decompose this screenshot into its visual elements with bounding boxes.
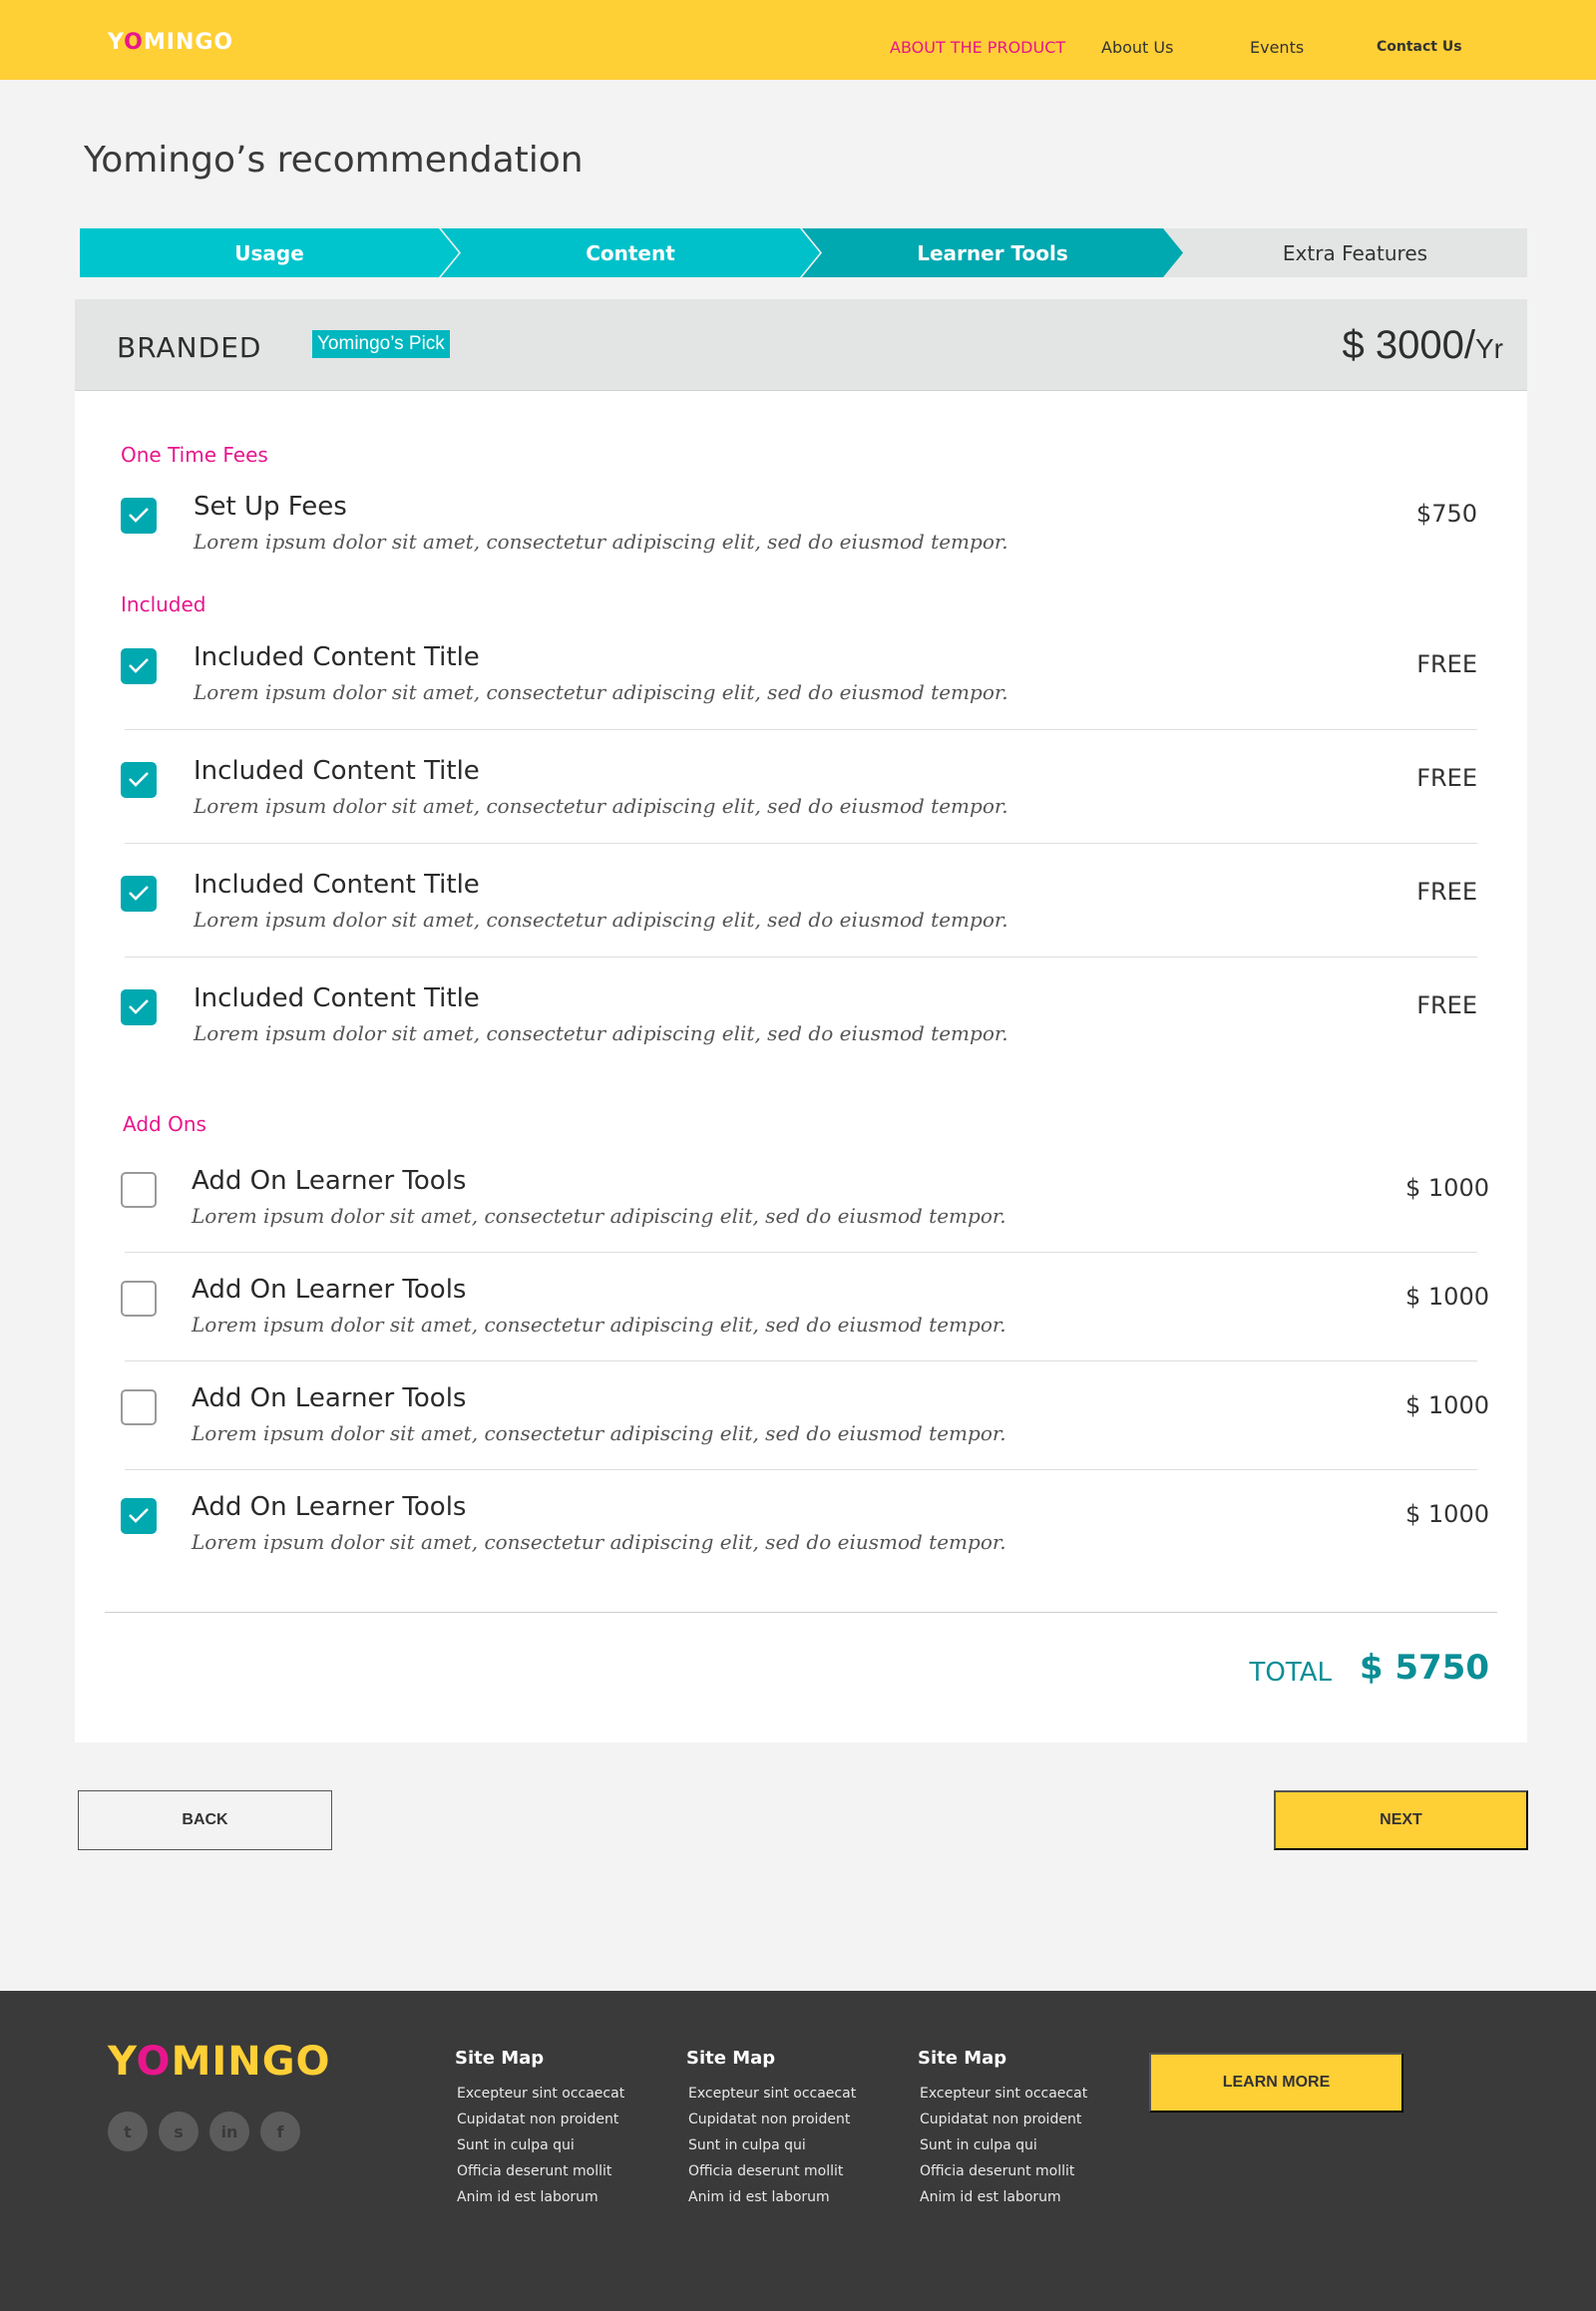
step-content[interactable]: Content	[441, 228, 820, 277]
step-usage[interactable]: Usage	[80, 228, 459, 277]
row-title: Included Content Title	[194, 870, 480, 900]
footer-link[interactable]: Excepteur sint occaecat	[686, 2086, 856, 2102]
top-navbar: YOMINGO ABOUT THE PRODUCT About Us Event…	[0, 0, 1596, 80]
footer-link[interactable]: Excepteur sint occaecat	[918, 2086, 1087, 2102]
plan-name: BRANDED	[117, 331, 262, 364]
row-title: Included Content Title	[194, 983, 480, 1013]
row-description: Lorem ipsum dolor sit amet, consectetur …	[192, 1204, 1006, 1228]
row-description: Lorem ipsum dolor sit amet, consectetur …	[194, 908, 1008, 932]
row-title: Add On Learner Tools	[192, 1166, 467, 1196]
row-price: FREE	[1416, 878, 1477, 906]
yomingo-logo[interactable]: YOMINGO	[108, 30, 233, 55]
row-price: $750	[1415, 500, 1477, 528]
row-description: Lorem ipsum dolor sit amet, consectetur …	[194, 680, 1008, 704]
row-title: Included Content Title	[194, 642, 480, 672]
plan-header: BRANDED Yomingo’s Pick $ 3000/Yr	[75, 299, 1527, 391]
row-price: $ 1000	[1405, 1174, 1489, 1202]
row-price: FREE	[1416, 650, 1477, 678]
checkbox[interactable]	[121, 1498, 157, 1534]
row-price: $ 1000	[1405, 1391, 1489, 1419]
pick-badge: Yomingo’s Pick	[312, 330, 450, 358]
row-price: FREE	[1416, 764, 1477, 792]
nav-contact-us[interactable]: Contact Us	[1377, 39, 1462, 55]
plan-card: BRANDED Yomingo’s Pick $ 3000/Yr One Tim…	[75, 299, 1527, 1742]
nav-about-the-product[interactable]: ABOUT THE PRODUCT	[890, 38, 1065, 57]
divider	[125, 729, 1477, 730]
footer-column-title: Site Map	[918, 2048, 1007, 2069]
row-title: Set Up Fees	[194, 492, 347, 522]
checkbox[interactable]	[121, 876, 157, 912]
footer-link[interactable]: Anim id est laborum	[686, 2189, 856, 2205]
footer-column-title: Site Map	[455, 2048, 545, 2069]
section-label-included: Included	[121, 592, 206, 616]
learn-more-button[interactable]: LEARN MORE	[1149, 2053, 1403, 2113]
checkbox[interactable]	[121, 1172, 157, 1208]
row-title: Add On Learner Tools	[192, 1492, 467, 1522]
total-label: TOTAL	[1249, 1658, 1332, 1688]
checkbox[interactable]	[121, 498, 157, 534]
checkbox[interactable]	[121, 762, 157, 798]
row-price: $ 1000	[1405, 1283, 1489, 1311]
linkedin-icon[interactable]: in	[209, 2112, 249, 2151]
footer-column-title: Site Map	[686, 2048, 776, 2069]
footer-link[interactable]: Sunt in culpa qui	[455, 2137, 624, 2153]
footer-link[interactable]: Anim id est laborum	[455, 2189, 624, 2205]
row-description: Lorem ipsum dolor sit amet, consectetur …	[192, 1530, 1006, 1554]
footer-logo[interactable]: YOMINGO	[108, 2039, 331, 2085]
footer-column: Site Map Excepteur sint occaecat Cupidat…	[686, 2048, 856, 2215]
divider	[125, 957, 1477, 958]
footer-link[interactable]: Officia deserunt mollit	[686, 2163, 856, 2179]
total-divider	[105, 1612, 1497, 1613]
back-button[interactable]: BACK	[78, 1790, 332, 1850]
row-title: Add On Learner Tools	[192, 1275, 467, 1305]
row-description: Lorem ipsum dolor sit amet, consectetur …	[194, 794, 1008, 818]
row-title: Included Content Title	[194, 756, 480, 786]
divider	[125, 1360, 1477, 1361]
footer-link[interactable]: Sunt in culpa qui	[918, 2137, 1087, 2153]
footer-link[interactable]: Officia deserunt mollit	[455, 2163, 624, 2179]
footer: YOMINGO t s in f Site Map Excepteur sint…	[0, 1991, 1596, 2311]
checkbox[interactable]	[121, 1389, 157, 1425]
total-value: $ 5750	[1359, 1648, 1489, 1688]
nav-events[interactable]: Events	[1250, 38, 1304, 57]
progress-stepper: Usage Content Learner Tools Extra Featur…	[80, 228, 1527, 277]
checkbox[interactable]	[121, 648, 157, 684]
page-title: Yomingo’s recommendation	[84, 140, 584, 181]
checkbox[interactable]	[121, 1281, 157, 1317]
footer-link[interactable]: Excepteur sint occaecat	[455, 2086, 624, 2102]
footer-link[interactable]: Cupidatat non proident	[455, 2112, 624, 2127]
section-label-add-ons: Add Ons	[123, 1112, 206, 1136]
footer-link[interactable]: Sunt in culpa qui	[686, 2137, 856, 2153]
footer-link[interactable]: Anim id est laborum	[918, 2189, 1087, 2205]
row-price: FREE	[1416, 991, 1477, 1019]
row-price: $ 1000	[1405, 1500, 1489, 1528]
checkbox[interactable]	[121, 989, 157, 1025]
facebook-icon[interactable]: f	[260, 2112, 300, 2151]
plan-price: $ 3000/Yr	[1342, 323, 1503, 367]
footer-link[interactable]: Cupidatat non proident	[686, 2112, 856, 2127]
twitter-icon[interactable]: t	[108, 2112, 148, 2151]
nav-about-us[interactable]: About Us	[1101, 38, 1173, 57]
divider	[125, 1252, 1477, 1253]
footer-column: Site Map Excepteur sint occaecat Cupidat…	[455, 2048, 624, 2215]
social-links: t s in f	[108, 2112, 300, 2151]
footer-link[interactable]: Officia deserunt mollit	[918, 2163, 1087, 2179]
row-description: Lorem ipsum dolor sit amet, consectetur …	[192, 1421, 1006, 1445]
section-label-one-time-fees: One Time Fees	[121, 443, 268, 467]
snapchat-icon[interactable]: s	[159, 2112, 199, 2151]
divider	[125, 1469, 1477, 1470]
row-description: Lorem ipsum dolor sit amet, consectetur …	[194, 1021, 1008, 1045]
row-description: Lorem ipsum dolor sit amet, consectetur …	[192, 1313, 1006, 1337]
footer-link[interactable]: Cupidatat non proident	[918, 2112, 1087, 2127]
step-extra-features[interactable]: Extra Features	[1163, 228, 1527, 277]
divider	[125, 843, 1477, 844]
next-button[interactable]: NEXT	[1274, 1790, 1528, 1850]
row-description: Lorem ipsum dolor sit amet, consectetur …	[194, 530, 1008, 554]
step-learner-tools[interactable]: Learner Tools	[802, 228, 1183, 277]
row-title: Add On Learner Tools	[192, 1383, 467, 1413]
footer-column: Site Map Excepteur sint occaecat Cupidat…	[918, 2048, 1087, 2215]
